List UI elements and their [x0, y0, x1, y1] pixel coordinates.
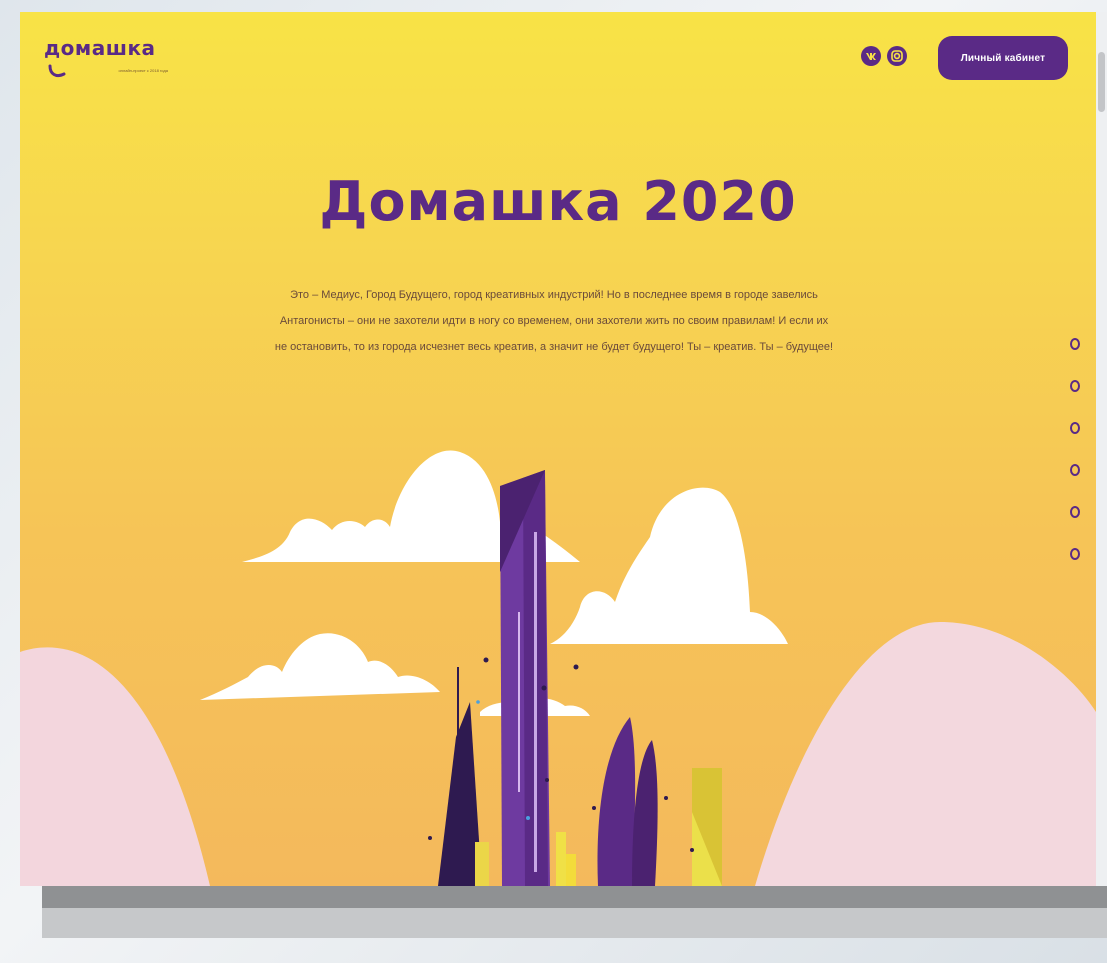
vk-icon[interactable]: [861, 46, 881, 66]
smile-icon: [48, 64, 66, 78]
cloud-right: [550, 487, 788, 644]
section-navigation-dots: [1070, 338, 1084, 590]
window-shadow-lower: [42, 908, 1107, 938]
left-hill: [20, 647, 210, 886]
logo-tagline: онлайн-проект с 2018 года: [118, 68, 168, 73]
window-shadow: [42, 886, 1107, 908]
flame-tower-left: [597, 717, 636, 886]
right-hill: [755, 622, 1096, 886]
section-dot[interactable]: [1070, 464, 1080, 476]
scrollbar-thumb[interactable]: [1098, 52, 1105, 112]
cloud-bottom-left: [200, 633, 440, 700]
flame-tower-right: [632, 740, 658, 886]
section-dot[interactable]: [1070, 548, 1080, 560]
personal-cabinet-button[interactable]: Личный кабинет: [938, 36, 1068, 80]
city-illustration: [20, 450, 1096, 886]
page-viewport: домашка онлайн-проект с 2018 года Личный…: [20, 12, 1096, 886]
site-logo[interactable]: домашка онлайн-проект с 2018 года: [44, 36, 168, 96]
hero-description: Это – Медиус, Город Будущего, город креа…: [274, 289, 834, 353]
instagram-icon[interactable]: [887, 46, 907, 66]
section-dot[interactable]: [1070, 422, 1080, 434]
vertical-scrollbar[interactable]: [1096, 12, 1107, 886]
section-dot[interactable]: [1070, 338, 1080, 350]
hero-title: Домашка 2020: [319, 170, 797, 233]
section-dot[interactable]: [1070, 380, 1080, 392]
section-dot[interactable]: [1070, 506, 1080, 518]
logo-wordmark: домашка: [44, 36, 156, 60]
